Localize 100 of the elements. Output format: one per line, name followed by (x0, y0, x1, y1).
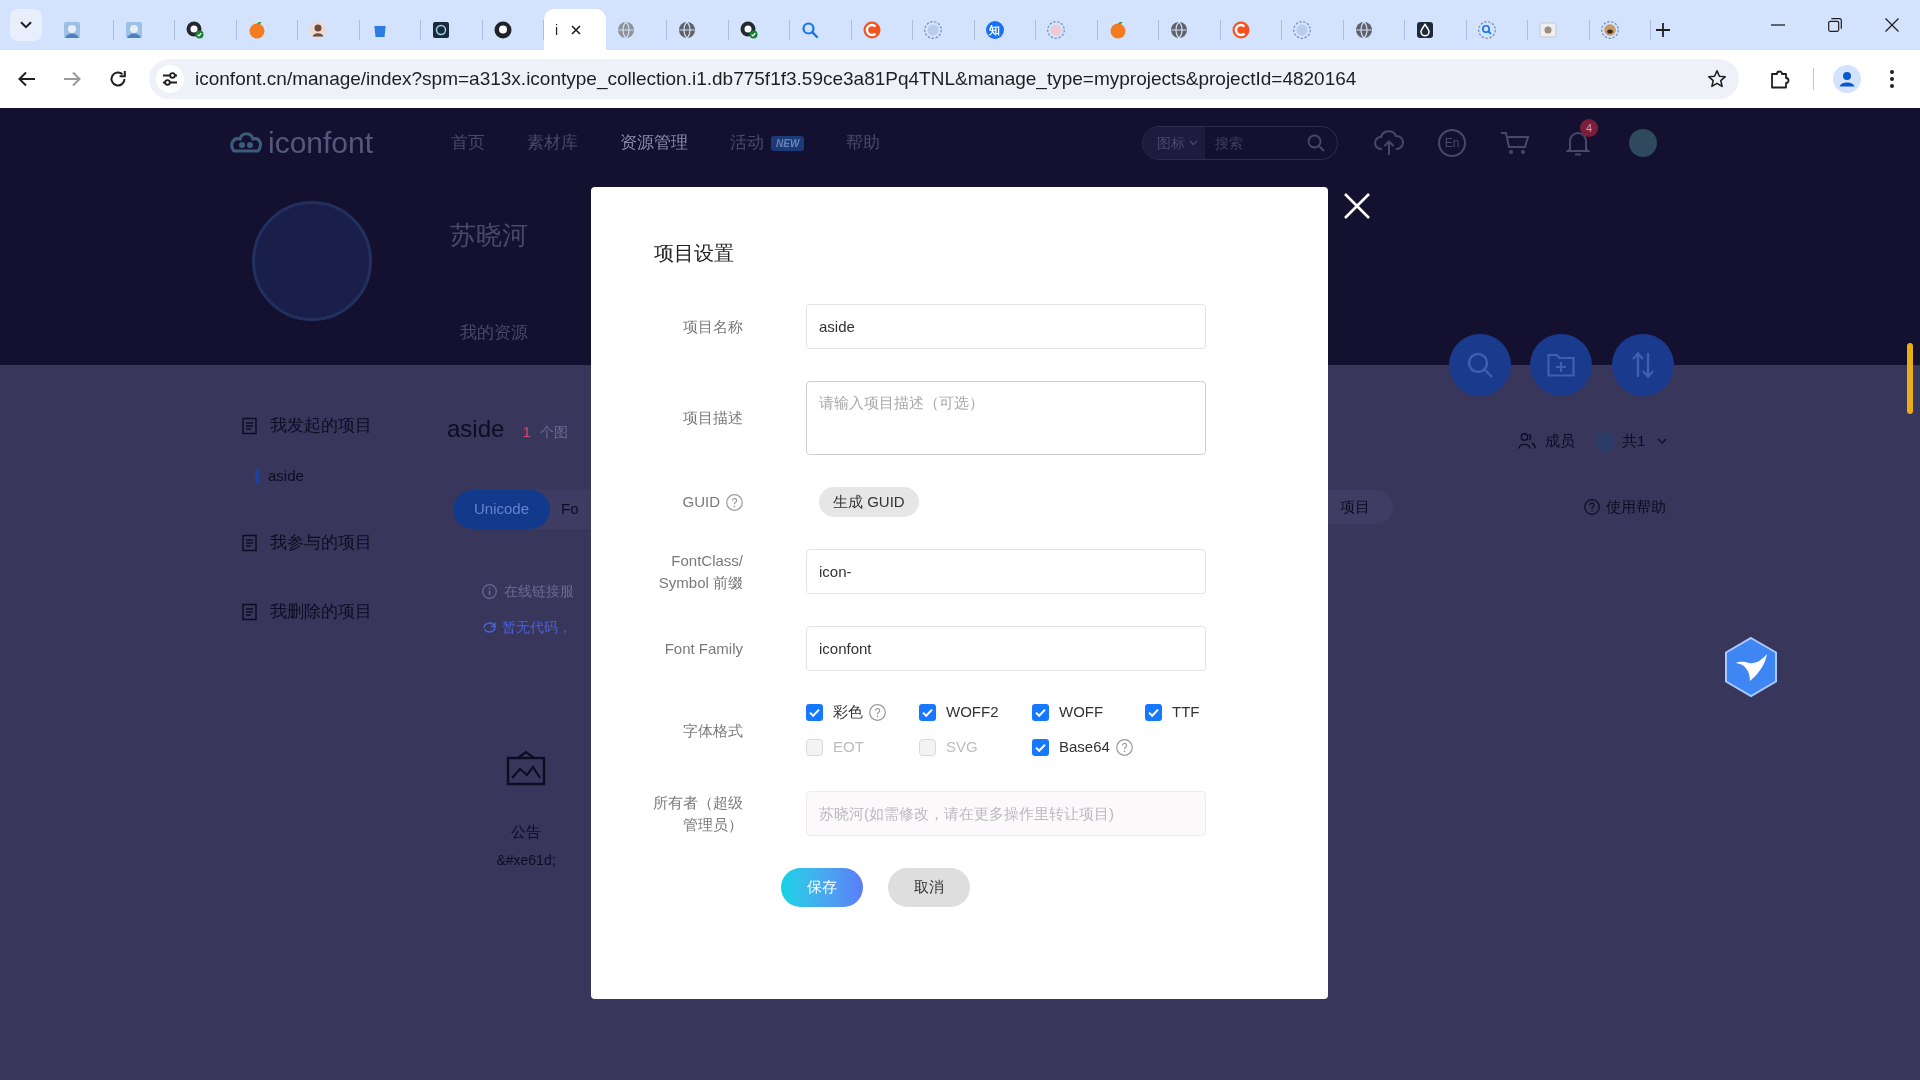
menu-dots-icon[interactable] (1890, 70, 1894, 88)
person-avatar-icon (309, 20, 327, 39)
globe-icon (678, 20, 696, 39)
profile-icon[interactable] (1833, 65, 1861, 93)
format-tab[interactable]: Unicode (453, 490, 551, 529)
nav-link[interactable]: 活动 (730, 131, 764, 155)
puzzle-icon[interactable] (1769, 68, 1791, 90)
checkbox[interactable] (919, 703, 936, 721)
scrollbar-thumb[interactable] (1907, 343, 1913, 414)
members-label: 成员 (1545, 430, 1575, 451)
close-icon[interactable] (571, 24, 582, 35)
image-icon (506, 750, 546, 786)
field-label: 项目名称 (683, 316, 743, 337)
text-field[interactable]: aside (806, 304, 1206, 349)
ring-logo-icon (862, 20, 881, 39)
checkbox-label: TTF (1172, 701, 1200, 722)
profile-tab[interactable]: 我的资源 (460, 321, 528, 345)
globe-icon (1354, 20, 1373, 39)
search-icon (1467, 352, 1493, 378)
field-label: FontClass/ Symbol 前缀 (657, 550, 743, 593)
member-count: 共1 (1622, 430, 1646, 451)
cancel-button[interactable]: 取消 (888, 868, 970, 907)
icon-code: &#xe61d; (496, 851, 556, 869)
address-bar[interactable]: iconfont.cn/manage/index?spm=a313x.icontype_collection.i1.db775f1f3.59ce3a81Pq4TNL&manage_type=myprojects&projectId=4820164 (149, 59, 1739, 99)
reload-icon[interactable] (108, 69, 128, 89)
field-label: 所有者（超级管理员） (652, 792, 743, 835)
restore-icon[interactable] (1827, 18, 1842, 32)
site-info-icon[interactable] (156, 65, 184, 93)
field-label: Font Family (664, 638, 743, 659)
new-badge: NEW (771, 135, 805, 151)
image-thumbnail-icon (1539, 20, 1557, 39)
format-tab[interactable]: Fo (550, 490, 590, 529)
avatar-icon (1293, 20, 1311, 39)
generate-guid-button[interactable]: 生成 GUID (819, 487, 919, 517)
drop-icon (1416, 20, 1434, 39)
text-field[interactable]: iconfont (806, 626, 1206, 671)
text-area[interactable]: 请输入项目描述（可选） (806, 381, 1206, 455)
text-field[interactable]: icon- (806, 549, 1206, 594)
checkbox[interactable] (1032, 703, 1049, 721)
browser-tab[interactable]: i (544, 9, 606, 50)
circle-check-icon (186, 20, 204, 39)
field-label: 字体格式 (683, 721, 743, 741)
nav-link[interactable]: 帮助 (846, 131, 881, 155)
checkbox[interactable] (1032, 738, 1049, 756)
nav-link[interactable]: 资源管理 (620, 131, 688, 155)
notification-badge: 4 (1580, 119, 1598, 137)
save-button[interactable]: 保存 (781, 868, 863, 907)
search-icon (1477, 20, 1496, 39)
ring-logo-icon (1231, 20, 1250, 39)
people-icon (1518, 432, 1536, 450)
info-icon (482, 583, 497, 599)
text-field: 苏晓河(如需修改，请在更多操作里转让项目) (806, 791, 1206, 836)
close-icon[interactable] (1884, 18, 1899, 32)
checkbox-label: 彩色 (833, 701, 863, 722)
search-icon[interactable] (1307, 134, 1325, 152)
checkbox[interactable] (1145, 703, 1162, 721)
image-thumbnail-icon (63, 20, 81, 39)
star-icon[interactable] (1707, 69, 1727, 89)
icon-count: 1 (522, 422, 531, 442)
sidebar-item[interactable]: aside (255, 466, 447, 486)
refresh-icon (482, 620, 497, 634)
forward-arrow-icon[interactable] (62, 69, 82, 89)
document-icon (241, 534, 259, 552)
back-arrow-icon[interactable] (17, 69, 37, 89)
document-icon (241, 417, 259, 435)
project-title: aside (447, 414, 505, 444)
globe-icon (616, 20, 635, 39)
checkbox-label: WOFF2 (946, 701, 999, 722)
fruit-icon (247, 20, 266, 39)
help-icon (1584, 499, 1600, 515)
checkbox-label: EOT (833, 736, 864, 757)
chevron-down-icon (20, 21, 32, 29)
checkbox-label: SVG (946, 736, 978, 757)
field-label: 项目描述 (683, 408, 743, 428)
project-action-button[interactable]: 项目 (1328, 490, 1393, 524)
circle-check-icon (739, 20, 758, 39)
code-link[interactable]: 暂无代码， (502, 616, 572, 638)
minimize-icon[interactable] (1770, 24, 1785, 26)
fruit-icon (1108, 20, 1127, 39)
field-label: GUID (682, 492, 720, 512)
dog-avatar-icon (1600, 20, 1619, 39)
checkbox-label: Base64 (1059, 736, 1110, 757)
ring-tile-icon (432, 20, 450, 39)
logo-icon (229, 130, 263, 156)
selection-indicator (255, 469, 259, 483)
search-icon (801, 20, 819, 39)
cart-icon[interactable] (1500, 130, 1530, 156)
document-icon (241, 603, 259, 621)
checkbox[interactable] (806, 703, 823, 721)
user-name: 苏晓河 (450, 220, 528, 250)
tab-search-button[interactable] (10, 9, 42, 41)
folder-plus-icon (1547, 353, 1575, 377)
avatar-icon (924, 20, 942, 39)
browser-tab[interactable]: 知 (974, 9, 1036, 50)
logo-text: iconfont (268, 126, 374, 160)
language-button[interactable]: En (1438, 129, 1466, 157)
plus-icon[interactable] (1655, 22, 1671, 38)
upload-cloud-icon[interactable] (1374, 130, 1404, 156)
nav-link[interactable]: 首页 (451, 131, 485, 155)
icon-name: 公告 (511, 822, 541, 842)
